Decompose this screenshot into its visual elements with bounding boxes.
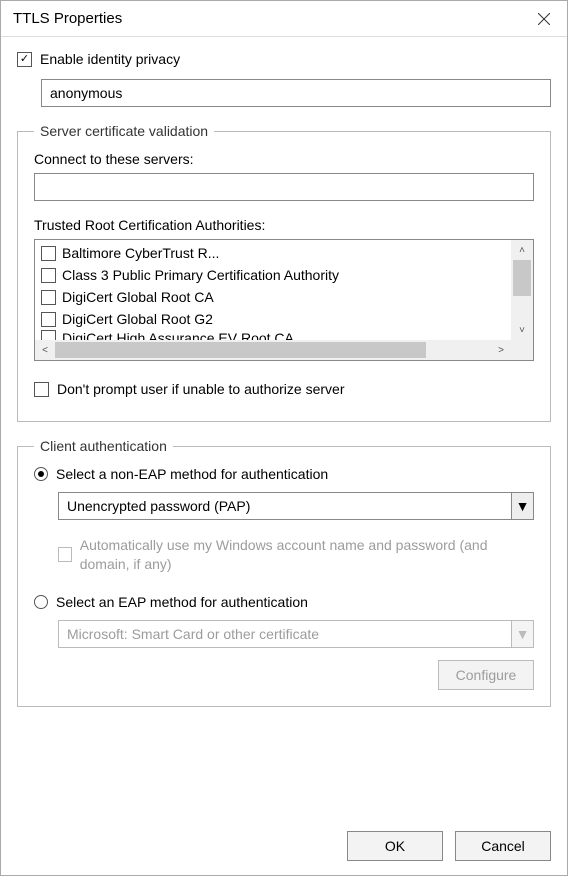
ttls-properties-dialog: TTLS Properties Enable identity privacy … [0, 0, 568, 876]
ok-button[interactable]: OK [347, 831, 443, 861]
trusted-root-listbox[interactable]: Baltimore CyberTrust R... Class 3 Public… [34, 239, 534, 361]
enable-identity-privacy-label: Enable identity privacy [40, 51, 180, 67]
list-item[interactable]: DigiCert High Assurance EV Root CA [41, 330, 505, 340]
dialog-body: Enable identity privacy Server certifica… [1, 37, 567, 821]
cancel-button[interactable]: Cancel [455, 831, 551, 861]
eap-radio-row: Select an EAP method for authentication [34, 594, 534, 610]
server-validation-legend: Server certificate validation [34, 123, 214, 139]
scroll-down-button[interactable]: ˅ [511, 320, 533, 340]
window-title: TTLS Properties [13, 10, 122, 27]
dialog-buttons: OK Cancel [1, 821, 567, 875]
vertical-scrollbar[interactable]: ˄ ˅ [511, 240, 533, 340]
list-item-checkbox[interactable] [41, 330, 56, 340]
horizontal-scrollbar[interactable]: ˂ ˃ [35, 340, 511, 360]
list-item-label: Class 3 Public Primary Certification Aut… [62, 267, 339, 283]
scroll-right-button[interactable]: ˃ [491, 340, 511, 360]
eap-radio-label: Select an EAP method for authentication [56, 594, 308, 610]
non-eap-method-dropdown[interactable]: Unencrypted password (PAP) ▼ [58, 492, 534, 520]
close-icon [538, 13, 550, 25]
non-eap-method-value: Unencrypted password (PAP) [59, 498, 511, 514]
auto-creds-label: Automatically use my Windows account nam… [80, 536, 534, 574]
dont-prompt-label: Don't prompt user if unable to authorize… [57, 381, 345, 397]
hscroll-thumb[interactable] [55, 342, 426, 358]
list-item[interactable]: Baltimore CyberTrust R... [41, 242, 505, 264]
trusted-root-list-inner: Baltimore CyberTrust R... Class 3 Public… [35, 240, 511, 340]
connect-servers-label: Connect to these servers: [34, 151, 534, 167]
non-eap-radio-row: Select a non-EAP method for authenticati… [34, 466, 534, 482]
scroll-up-button[interactable]: ˄ [511, 240, 533, 260]
dont-prompt-row: Don't prompt user if unable to authorize… [34, 381, 534, 397]
list-item[interactable]: Class 3 Public Primary Certification Aut… [41, 264, 505, 286]
configure-button: Configure [438, 660, 534, 690]
auto-creds-checkbox [58, 547, 72, 562]
enable-identity-privacy-row: Enable identity privacy [17, 51, 551, 67]
chevron-down-icon: ▼ [511, 621, 533, 647]
scroll-left-button[interactable]: ˂ [35, 340, 55, 360]
trusted-root-label: Trusted Root Certification Authorities: [34, 217, 534, 233]
server-validation-group: Server certificate validation Connect to… [17, 123, 551, 422]
eap-method-value: Microsoft: Smart Card or other certifica… [59, 626, 511, 642]
eap-method-dropdown: Microsoft: Smart Card or other certifica… [58, 620, 534, 648]
identity-privacy-input[interactable] [41, 79, 551, 107]
list-item-checkbox[interactable] [41, 246, 56, 261]
list-item-checkbox[interactable] [41, 312, 56, 327]
chevron-down-icon[interactable]: ▼ [511, 493, 533, 519]
vscroll-thumb[interactable] [513, 260, 531, 296]
list-item-label: Baltimore CyberTrust R... [62, 245, 219, 261]
enable-identity-privacy-checkbox[interactable] [17, 52, 32, 67]
scroll-corner [511, 340, 533, 360]
client-auth-group: Client authentication Select a non-EAP m… [17, 438, 551, 707]
list-item-label: DigiCert Global Root G2 [62, 311, 213, 327]
eap-radio[interactable] [34, 595, 48, 609]
list-item-checkbox[interactable] [41, 290, 56, 305]
vscroll-track[interactable] [511, 260, 533, 320]
non-eap-radio[interactable] [34, 467, 48, 481]
title-bar: TTLS Properties [1, 1, 567, 37]
list-item[interactable]: DigiCert Global Root CA [41, 286, 505, 308]
list-item[interactable]: DigiCert Global Root G2 [41, 308, 505, 330]
list-item-label: DigiCert High Assurance EV Root CA [62, 330, 294, 340]
client-auth-legend: Client authentication [34, 438, 173, 454]
close-button[interactable] [521, 1, 567, 37]
dont-prompt-checkbox[interactable] [34, 382, 49, 397]
list-item-label: DigiCert Global Root CA [62, 289, 214, 305]
auto-creds-row: Automatically use my Windows account nam… [58, 536, 534, 574]
non-eap-radio-label: Select a non-EAP method for authenticati… [56, 466, 328, 482]
connect-servers-input[interactable] [34, 173, 534, 201]
list-item-checkbox[interactable] [41, 268, 56, 283]
hscroll-track[interactable] [55, 340, 491, 360]
